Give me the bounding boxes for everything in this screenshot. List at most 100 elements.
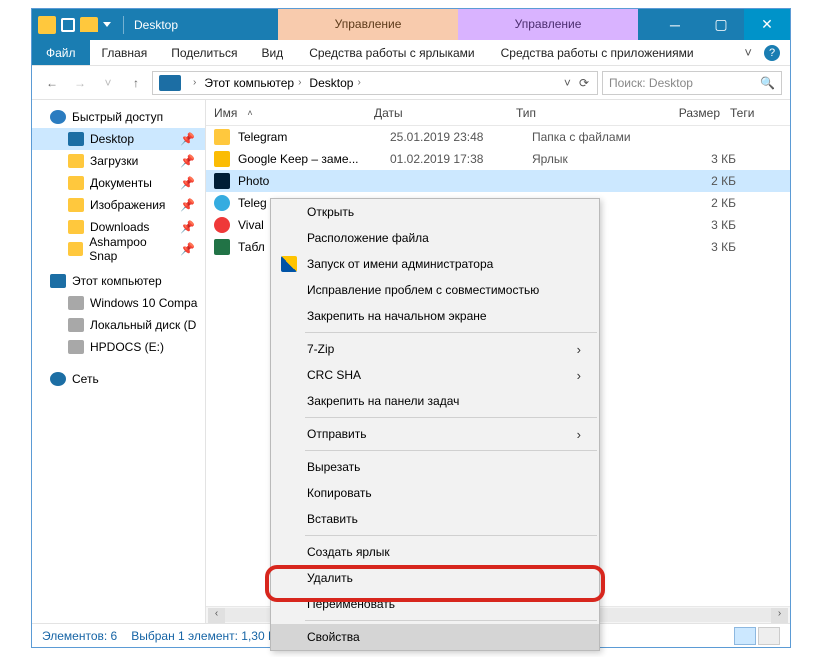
col-type[interactable]: Тип bbox=[516, 106, 646, 120]
cm-properties[interactable]: Свойства bbox=[271, 624, 599, 650]
breadcrumb-desktop[interactable]: Desktop› bbox=[305, 76, 364, 90]
cm-open-location[interactable]: Расположение файла bbox=[271, 225, 599, 251]
nav-downloads-ru[interactable]: Загрузки📌 bbox=[32, 150, 205, 172]
tab-share[interactable]: Поделиться bbox=[159, 40, 249, 65]
cm-troubleshoot[interactable]: Исправление проблем с совместимостью bbox=[271, 277, 599, 303]
nav-win10-disk[interactable]: Windows 10 Compa bbox=[32, 292, 205, 314]
nav-back-button[interactable]: ← bbox=[40, 71, 64, 95]
ctx-tab-shortcut-tools[interactable]: Управление bbox=[278, 9, 458, 40]
shield-icon bbox=[281, 256, 297, 272]
col-name[interactable]: Имя˄ bbox=[214, 106, 374, 120]
tab-app-tools[interactable]: Средства работы с приложениями bbox=[489, 40, 706, 65]
nav-documents[interactable]: Документы📌 bbox=[32, 172, 205, 194]
tab-home[interactable]: Главная bbox=[90, 40, 160, 65]
keep-icon bbox=[214, 151, 230, 167]
cm-pin-start[interactable]: Закрепить на начальном экране bbox=[271, 303, 599, 329]
col-date[interactable]: Даты bbox=[374, 106, 516, 120]
nav-local-disk[interactable]: Локальный диск (D bbox=[32, 314, 205, 336]
folder-icon bbox=[68, 220, 84, 234]
refresh-icon[interactable]: ⟳ bbox=[579, 76, 589, 90]
ribbon-collapse-icon[interactable]: ˅ bbox=[744, 45, 752, 60]
nav-ashampoo-snap[interactable]: Ashampoo Snap📌 bbox=[32, 238, 205, 260]
pin-icon: 📌 bbox=[180, 198, 195, 212]
photoshop-icon bbox=[214, 173, 230, 189]
nav-history-dropdown[interactable]: ˅ bbox=[96, 71, 120, 95]
view-buttons bbox=[734, 627, 780, 645]
search-icon: 🔍 bbox=[760, 76, 775, 90]
nav-this-pc[interactable]: Этот компьютер bbox=[32, 270, 205, 292]
disk-icon bbox=[68, 340, 84, 354]
details-view-button[interactable] bbox=[734, 627, 756, 645]
nav-forward-button[interactable]: → bbox=[68, 71, 92, 95]
qat-dropdown-icon[interactable] bbox=[103, 22, 111, 27]
this-pc-icon bbox=[50, 274, 66, 288]
separator bbox=[305, 620, 597, 621]
qat bbox=[32, 16, 117, 34]
cm-paste[interactable]: Вставить bbox=[271, 506, 599, 532]
tab-view[interactable]: Вид bbox=[249, 40, 295, 65]
desktop-icon bbox=[68, 132, 84, 146]
scroll-right-button[interactable]: › bbox=[771, 608, 788, 623]
separator bbox=[305, 450, 597, 451]
maximize-button[interactable]: ▢ bbox=[698, 9, 744, 40]
address-bar[interactable]: › Этот компьютер› Desktop› ˅ ⟳ bbox=[152, 71, 598, 95]
address-dropdown-icon[interactable]: ˅ bbox=[564, 76, 571, 90]
breadcrumb-gt[interactable]: › bbox=[185, 77, 200, 88]
scroll-left-button[interactable]: ‹ bbox=[208, 608, 225, 623]
nav-pictures[interactable]: Изображения📌 bbox=[32, 194, 205, 216]
nav-up-button[interactable]: ↑ bbox=[124, 71, 148, 95]
col-tags[interactable]: Теги bbox=[730, 106, 790, 120]
cm-send-to[interactable]: Отправить› bbox=[271, 421, 599, 447]
cm-cut[interactable]: Вырезать bbox=[271, 454, 599, 480]
address-row: ← → ˅ ↑ › Этот компьютер› Desktop› ˅ ⟳ П… bbox=[32, 66, 790, 100]
col-size[interactable]: Размер bbox=[646, 106, 730, 120]
ribbon-tabs: Файл Главная Поделиться Вид Средства раб… bbox=[32, 40, 790, 66]
telegram-icon bbox=[214, 195, 230, 211]
cm-create-shortcut[interactable]: Создать ярлык bbox=[271, 539, 599, 565]
explorer-icon[interactable] bbox=[38, 16, 56, 34]
submenu-arrow-icon: › bbox=[577, 342, 581, 357]
help-icon[interactable]: ? bbox=[764, 45, 780, 61]
excel-icon bbox=[214, 239, 230, 255]
column-headers: Имя˄ Даты Тип Размер Теги bbox=[206, 100, 790, 126]
nav-network[interactable]: Сеть bbox=[32, 368, 205, 390]
cm-pin-taskbar[interactable]: Закрепить на панели задач bbox=[271, 388, 599, 414]
contextual-tabs-header: Управление Управление bbox=[278, 9, 638, 40]
cm-rename[interactable]: Переименовать bbox=[271, 591, 599, 617]
file-row[interactable]: Google Keep – заме...01.02.2019 17:38Ярл… bbox=[206, 148, 790, 170]
cm-7zip[interactable]: 7-Zip› bbox=[271, 336, 599, 362]
cm-open[interactable]: Открыть bbox=[271, 199, 599, 225]
large-icons-view-button[interactable] bbox=[758, 627, 780, 645]
network-icon bbox=[50, 372, 66, 386]
tab-shortcut-tools[interactable]: Средства работы с ярлыками bbox=[297, 40, 486, 65]
disk-icon bbox=[68, 296, 84, 310]
cm-copy[interactable]: Копировать bbox=[271, 480, 599, 506]
nav-desktop[interactable]: Desktop📌 bbox=[32, 128, 205, 150]
separator bbox=[123, 16, 124, 34]
nav-hpdocs-disk[interactable]: HPDOCS (E:) bbox=[32, 336, 205, 358]
cm-crc-sha[interactable]: CRC SHA› bbox=[271, 362, 599, 388]
new-folder-qat-icon[interactable] bbox=[80, 17, 98, 32]
separator bbox=[305, 417, 597, 418]
titlebar: Desktop Управление Управление ─ ▢ ✕ bbox=[32, 9, 790, 40]
pin-icon: 📌 bbox=[180, 220, 195, 234]
breadcrumb-this-pc[interactable]: Этот компьютер› bbox=[200, 76, 305, 90]
file-row[interactable]: Telegram25.01.2019 23:48Папка с файлами bbox=[206, 126, 790, 148]
ctx-tab-app-tools[interactable]: Управление bbox=[458, 9, 638, 40]
disk-icon bbox=[68, 318, 84, 332]
navigation-pane: Быстрый доступ Desktop📌 Загрузки📌 Докуме… bbox=[32, 100, 206, 623]
minimize-button[interactable]: ─ bbox=[652, 9, 698, 40]
cm-run-admin[interactable]: Запуск от имени администратора bbox=[271, 251, 599, 277]
tab-file[interactable]: Файл bbox=[32, 40, 90, 65]
pin-icon: 📌 bbox=[180, 132, 195, 146]
file-row-selected[interactable]: Photo2 КБ bbox=[206, 170, 790, 192]
nav-quick-access[interactable]: Быстрый доступ bbox=[32, 106, 205, 128]
close-button[interactable]: ✕ bbox=[744, 9, 790, 40]
this-pc-icon bbox=[159, 75, 181, 91]
pin-icon: 📌 bbox=[180, 154, 195, 168]
search-input[interactable]: Поиск: Desktop 🔍 bbox=[602, 71, 782, 95]
folder-icon bbox=[214, 129, 230, 145]
submenu-arrow-icon: › bbox=[577, 368, 581, 383]
cm-delete[interactable]: Удалить bbox=[271, 565, 599, 591]
properties-qat-icon[interactable] bbox=[61, 18, 75, 32]
